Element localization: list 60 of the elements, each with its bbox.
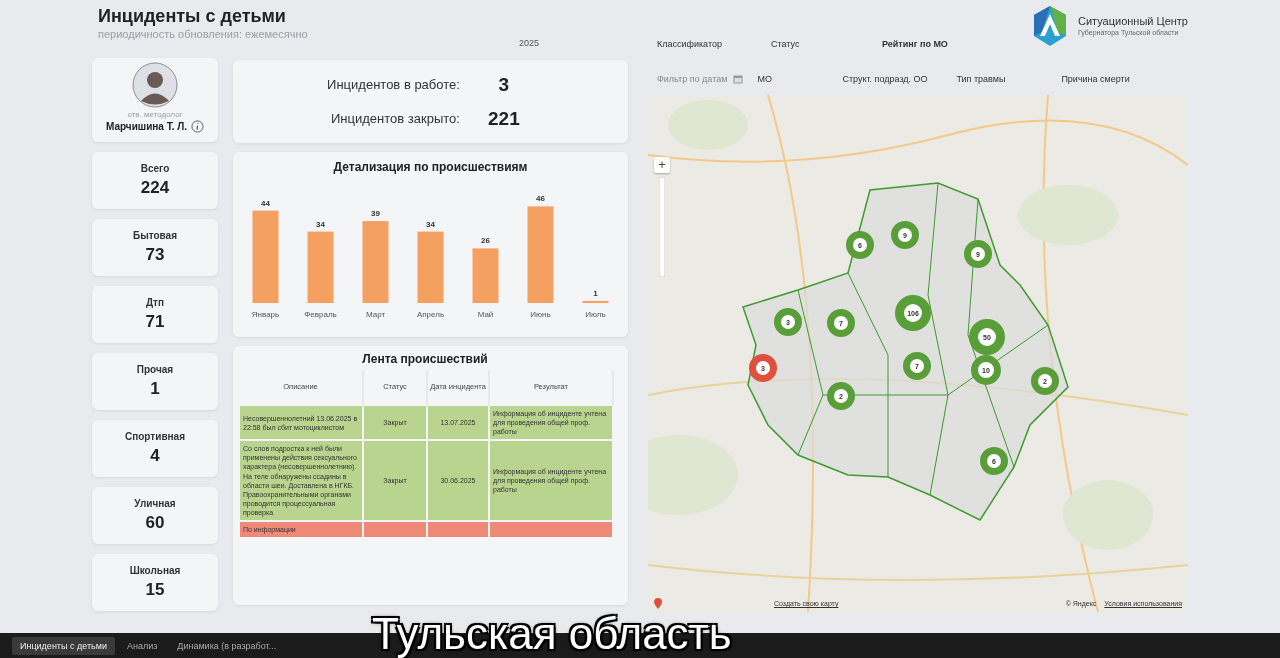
calendar-icon[interactable] — [733, 73, 744, 84]
logo-title: Ситуационный Центр — [1077, 15, 1188, 27]
bar-value-label: 39 — [371, 209, 380, 219]
stat-label: Школьная — [129, 565, 181, 576]
page-tab[interactable]: Анализ — [118, 636, 166, 655]
info-icon[interactable] — [191, 120, 204, 133]
month-label: Апрель — [416, 310, 445, 319]
stat-label: Спортивная — [125, 431, 185, 442]
kpi-value: 3 — [497, 73, 511, 96]
bar — [472, 248, 499, 303]
year-filter[interactable]: 2025 — [519, 38, 540, 48]
filter-label[interactable]: Рейтинг по МО — [882, 39, 948, 49]
stat-label: Всего — [140, 163, 170, 174]
table-title: Лента происшествий — [361, 352, 489, 366]
kpi-label: Инцидентов в работе: — [327, 77, 460, 92]
bar-value-label: 1 — [593, 288, 598, 298]
month-label: Июнь — [530, 310, 551, 319]
stat-value: 4 — [150, 446, 160, 466]
filter-label[interactable]: Тип травмы — [956, 73, 1062, 84]
month-label: Март — [365, 310, 386, 319]
bar — [307, 231, 334, 303]
page-tab[interactable]: Динамика (в разработ... — [169, 636, 285, 655]
bar-value-label: 34 — [316, 219, 325, 229]
role-label: отв. методолог — [127, 110, 183, 119]
bar-value-label: 44 — [261, 198, 270, 208]
avatar-icon — [132, 62, 178, 108]
kpi-value: 221 — [487, 107, 521, 130]
filter-label[interactable]: МО — [757, 73, 843, 84]
bar-value-label: 34 — [426, 219, 435, 229]
page-tab[interactable]: Инциденты с детьми — [12, 636, 115, 655]
stat-label: Дтп — [145, 297, 165, 308]
stat-value: 60 — [145, 513, 165, 533]
person-name: Марчишина Т. Л. — [106, 121, 187, 132]
month-label: Февраль — [304, 310, 337, 319]
filter-label[interactable]: Причина смерти — [1061, 73, 1130, 84]
update-frequency-text: периодичность обновления: ежемесячно — [98, 28, 309, 40]
bar-value-label: 46 — [536, 194, 545, 204]
month-label: Январь — [251, 310, 280, 319]
month-label: Май — [477, 310, 494, 319]
filter-label[interactable]: Классификатор — [648, 39, 771, 49]
bar-value-label: 26 — [481, 236, 490, 246]
stat-label: Уличная — [134, 498, 176, 509]
bar — [582, 300, 609, 303]
stat-value: 1 — [150, 379, 160, 399]
zoom-in-button[interactable]: + — [654, 157, 670, 173]
chart-title: Детализация по происшествиям — [332, 160, 529, 174]
stat-label: Бытовая — [133, 230, 177, 241]
stat-value: 224 — [140, 178, 170, 198]
stat-value: 71 — [145, 312, 165, 332]
bar — [417, 231, 444, 303]
stat-value: 73 — [145, 245, 165, 265]
stat-label: Прочая — [136, 364, 174, 375]
map-pin-icon[interactable] — [654, 598, 662, 609]
logo-icon — [1031, 6, 1068, 46]
dashboard-title: Инциденты с детьми — [98, 5, 287, 27]
month-label: Июль — [585, 310, 606, 319]
kpi-label: Инцидентов закрыто: — [330, 111, 460, 126]
filter-label[interactable]: Структ. подразд. ОО — [842, 73, 957, 84]
stat-value: 15 — [145, 580, 165, 600]
filter-label[interactable]: Статус — [771, 39, 882, 49]
